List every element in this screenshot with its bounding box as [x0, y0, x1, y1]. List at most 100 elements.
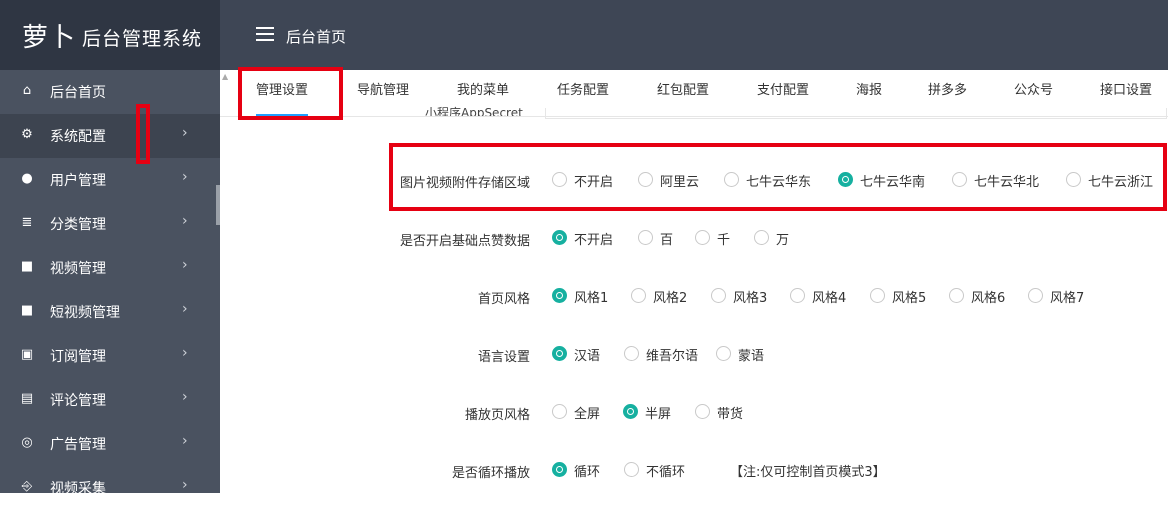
radio-label: 不开启	[574, 175, 614, 190]
form-label: 首页风格	[477, 292, 530, 307]
collect-icon: ⎆	[21, 479, 33, 494]
radio-label: 半屏	[645, 407, 672, 422]
radio-unchecked-icon[interactable]	[952, 172, 967, 187]
radio-unchecked-icon[interactable]	[716, 346, 731, 361]
video-icon: ■	[20, 303, 34, 318]
radio-label: 蒙语	[738, 349, 765, 364]
radio-label: 循环	[574, 465, 601, 480]
form-row: 图片视频附件存储区域 不开启 阿里云 七牛云华东 七牛云华南 七牛云华北 七牛云浙江	[230, 166, 1168, 196]
form-label: 是否开启基础点赞数据	[399, 234, 530, 249]
radio-label: 七牛云华东	[746, 175, 812, 190]
chevron-right-icon: ›	[182, 169, 188, 185]
form-row: 是否开启基础点赞数据 不开启 百 千 万	[230, 224, 1168, 254]
radio-unchecked-icon[interactable]	[552, 404, 567, 419]
sidebar-item[interactable]: ⚙ 系统配置 ›	[0, 114, 220, 158]
radio-label: 风格1	[574, 291, 609, 306]
sidebar-item[interactable]: ▤ 评论管理 ›	[0, 378, 220, 422]
sidebar-item-label: 广告管理	[50, 437, 106, 453]
user-icon: ●	[21, 171, 33, 186]
sidebar-item-label: 短视频管理	[50, 305, 120, 321]
radio-unchecked-icon[interactable]	[711, 288, 726, 303]
radio-unchecked-icon[interactable]	[638, 172, 653, 187]
radio-unchecked-icon[interactable]	[695, 404, 710, 419]
radio-label: 风格6	[971, 291, 1006, 306]
page-title: 后台首页	[286, 28, 347, 46]
radio-checked-icon[interactable]	[838, 172, 853, 187]
radio-unchecked-icon[interactable]	[624, 462, 639, 477]
form-label: 语言设置	[477, 350, 530, 365]
radio-unchecked-icon[interactable]	[790, 288, 805, 303]
sidebar-item-label: 用户管理	[50, 173, 106, 189]
radio-unchecked-icon[interactable]	[754, 230, 769, 245]
stack-icon: ≣	[21, 215, 33, 230]
radio-label: 风格7	[1050, 291, 1085, 306]
sidebar-item-label: 视频采集	[50, 481, 106, 497]
chevron-right-icon: ›	[182, 433, 188, 449]
sidebar-item[interactable]: ● 用户管理 ›	[0, 158, 220, 202]
radio-label: 汉语	[574, 349, 601, 364]
sidebar-item-label: 分类管理	[50, 217, 106, 233]
appsecret-input[interactable]	[545, 108, 1167, 119]
comment-icon: ▤	[20, 391, 34, 406]
chevron-right-icon: ›	[182, 125, 188, 141]
radio-unchecked-icon[interactable]	[631, 288, 646, 303]
radio-label: 不循环	[646, 465, 686, 480]
radio-checked-icon[interactable]	[552, 230, 567, 245]
form-row: 是否循环播放 循环 不循环 【注:仅可控制首页模式3】	[230, 456, 1168, 486]
logo: 萝卜 后台管理系统	[0, 0, 220, 70]
sidebar-item[interactable]: ⎆ 视频采集 ›	[0, 466, 220, 510]
radio-label: 七牛云华北	[974, 175, 1040, 190]
form-row: 语言设置 汉语 维吾尔语 蒙语	[230, 340, 1168, 370]
radio-unchecked-icon[interactable]	[638, 230, 653, 245]
tab[interactable]: 导航管理	[357, 70, 409, 114]
radio-unchecked-icon[interactable]	[1066, 172, 1081, 187]
sidebar-item-label: 评论管理	[50, 393, 106, 409]
appsecret-label: 小程序AppSecret	[425, 106, 523, 116]
radio-label: 万	[776, 233, 790, 248]
video-icon: ■	[20, 259, 34, 274]
radio-checked-icon[interactable]	[552, 346, 567, 361]
radio-label: 风格3	[733, 291, 768, 306]
sidebar-item[interactable]: ■ 短视频管理 ›	[0, 290, 220, 334]
radio-unchecked-icon[interactable]	[724, 172, 739, 187]
radio-checked-icon[interactable]	[623, 404, 638, 419]
sidebar-scrollbar[interactable]	[216, 185, 220, 225]
radio-unchecked-icon[interactable]	[1028, 288, 1043, 303]
radio-label: 风格4	[812, 291, 847, 306]
chevron-right-icon: ›	[182, 301, 188, 317]
radio-unchecked-icon[interactable]	[624, 346, 639, 361]
sidebar-item-label: 订阅管理	[50, 349, 106, 365]
radio-label: 维吾尔语	[646, 349, 699, 364]
sidebar-item[interactable]: ≣ 分类管理 ›	[0, 202, 220, 246]
sidebar-item[interactable]: ⌂ 后台首页	[0, 70, 220, 114]
radio-unchecked-icon[interactable]	[695, 230, 710, 245]
scroll-up-icon[interactable]: ▲	[222, 72, 232, 82]
sidebar-item-label: 系统配置	[50, 129, 106, 145]
form-label: 播放页风格	[464, 408, 530, 423]
target-icon: ◎	[21, 435, 33, 450]
form-label: 是否循环播放	[451, 466, 530, 481]
form-note: 【注:仅可控制首页模式3】	[730, 465, 886, 480]
sidebar-item-label: 视频管理	[50, 261, 106, 277]
radio-unchecked-icon[interactable]	[552, 172, 567, 187]
sidebar-item-label: 后台首页	[50, 85, 106, 101]
radio-checked-icon[interactable]	[552, 462, 567, 477]
menu-toggle-icon[interactable]	[256, 27, 274, 41]
sidebar: ⌂ 后台首页 ⚙ 系统配置 › ● 用户管理 › ≣ 分类管理 › ■ 视频管理 › ■ 短视频管理 › ▣ 订阅管…	[0, 70, 220, 497]
home-icon: ⌂	[22, 83, 32, 98]
sidebar-item[interactable]: ◎ 广告管理 ›	[0, 422, 220, 466]
radio-unchecked-icon[interactable]	[949, 288, 964, 303]
radio-label: 不开启	[574, 233, 614, 248]
radio-unchecked-icon[interactable]	[870, 288, 885, 303]
chevron-right-icon: ›	[182, 389, 188, 405]
radio-checked-icon[interactable]	[552, 288, 567, 303]
form-label: 图片视频附件存储区域	[399, 176, 530, 191]
radio-label: 百	[660, 233, 674, 248]
tab[interactable]: 管理设置	[256, 70, 309, 116]
app-title: 后台管理系统	[82, 28, 203, 50]
chevron-right-icon: ›	[182, 345, 188, 361]
sidebar-item[interactable]: ▣ 订阅管理 ›	[0, 334, 220, 378]
sidebar-item[interactable]: ■ 视频管理 ›	[0, 246, 220, 290]
radio-label: 风格2	[653, 291, 688, 306]
form-row: 播放页风格 全屏 半屏 带货	[230, 398, 1168, 428]
